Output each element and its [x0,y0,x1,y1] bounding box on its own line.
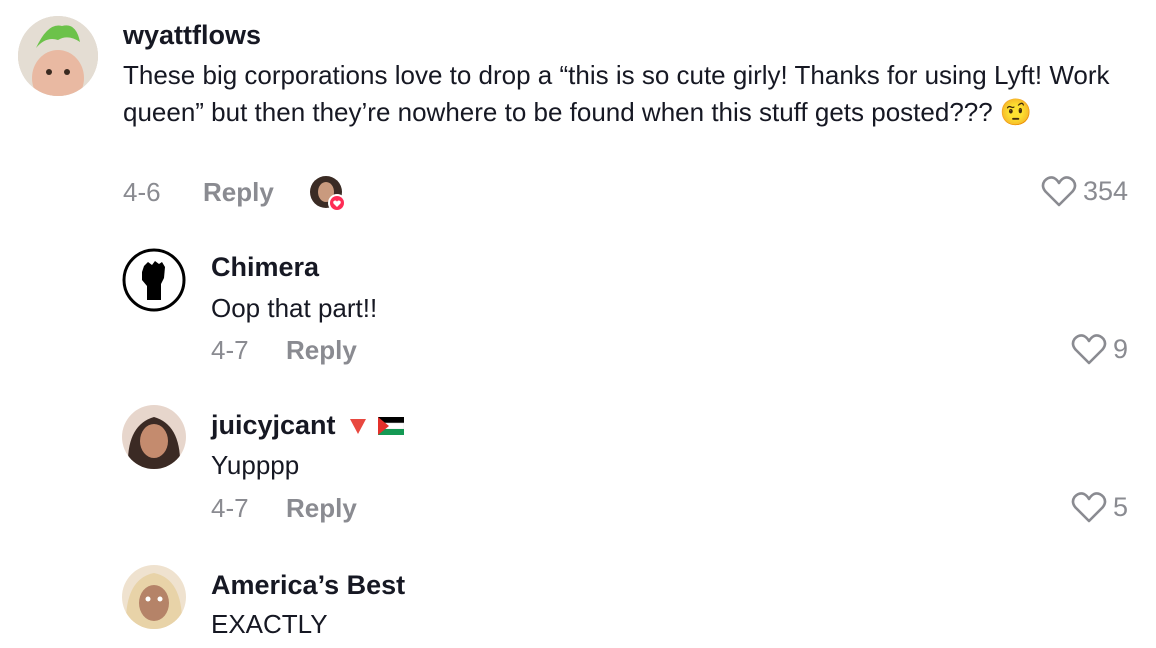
comment-reply-item: juicyjcant Yupppp 4-7 Reply 5 [0,390,1156,550]
comment-text: Yupppp [211,450,300,480]
comment-reply-item: America’s Best EXACTLY [0,550,1156,648]
creator-liked-badge [309,176,349,214]
comment-item: wyattflows These big corporations love t… [0,0,1156,230]
comment-date: 4-6 [123,177,161,207]
heart-outline-icon [1041,176,1077,207]
like-button[interactable]: 5 [1071,491,1128,523]
avatar[interactable] [18,16,98,96]
comment-date: 4-7 [211,335,249,365]
reply-button[interactable]: Reply [203,177,274,208]
comment-text: Oop that part!! [211,293,378,323]
like-count: 5 [1112,491,1128,522]
user-avatar-image [18,16,98,96]
comment-text: EXACTLY [211,609,328,639]
like-button[interactable]: 9 [1071,333,1128,365]
user-avatar-image [122,405,186,469]
like-count: 9 [1112,333,1128,364]
heart-outline-icon [1071,492,1107,523]
user-avatar-image [122,565,186,629]
like-button[interactable]: 354 [1041,175,1128,207]
comment-username[interactable]: wyattflows [123,20,261,51]
creator-avatar-icon [310,176,346,212]
comment-username[interactable]: juicyjcant [211,410,404,441]
username-text: juicyjcant [211,410,336,440]
like-count: 354 [1082,175,1128,206]
palestine-flag-icon [377,416,404,435]
reply-button[interactable]: Reply [286,335,357,366]
reply-button[interactable]: Reply [286,493,357,524]
red-triangle-icon [349,418,366,434]
avatar[interactable] [122,565,186,629]
comment-username[interactable]: Chimera [211,252,319,283]
comment-username[interactable]: America’s Best [211,570,405,601]
raised-fist-icon [122,248,186,312]
comment-reply-item: Chimera Oop that part!! 4-7 Reply 9 [0,230,1156,390]
avatar[interactable] [122,248,186,312]
comment-text: These big corporations love to drop a “t… [123,60,1110,127]
avatar[interactable] [122,405,186,469]
heart-outline-icon [1071,334,1107,365]
comment-date: 4-7 [211,493,249,523]
